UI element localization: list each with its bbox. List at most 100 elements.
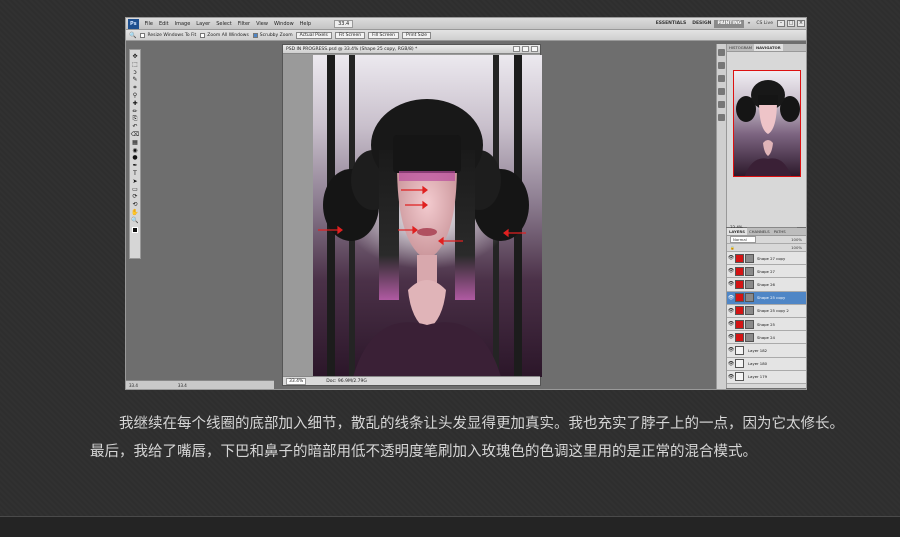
actions-icon[interactable] [718, 62, 725, 69]
restore-icon[interactable]: □ [787, 20, 795, 27]
type-tool-icon[interactable]: T [133, 170, 137, 178]
tab-navigator[interactable]: NAVIGATOR [754, 44, 783, 51]
eyedropper-tool-icon[interactable]: ⚲ [133, 92, 137, 100]
minimize-icon[interactable]: – [777, 20, 785, 27]
layer-row[interactable]: 👁 Shape 25 copy [727, 291, 806, 305]
blend-mode-select[interactable]: Normal [730, 236, 756, 243]
foreground-color-swatch[interactable] [132, 226, 138, 233]
visibility-eye-icon[interactable]: 👁 [727, 347, 735, 353]
visibility-eye-icon[interactable]: 👁 [727, 281, 735, 287]
layer-mask-thumbnail[interactable] [745, 253, 754, 263]
menu-help[interactable]: Help [297, 21, 314, 27]
taskbar-item[interactable]: 33.4 [178, 383, 187, 388]
visibility-eye-icon[interactable]: 👁 [727, 334, 735, 340]
path-select-tool-icon[interactable]: ➤ [132, 178, 137, 186]
zoom-all-windows-checkbox[interactable] [200, 32, 206, 38]
actual-pixels-button[interactable]: Actual Pixels [295, 31, 332, 39]
canvas[interactable] [313, 55, 542, 377]
shape-tool-icon[interactable]: ▭ [132, 186, 138, 194]
fit-screen-button[interactable]: Fit Screen [334, 31, 366, 39]
layer-row[interactable]: 👁 Shape 27 [727, 265, 806, 279]
zoom-tool-icon[interactable]: 🔍 [129, 32, 136, 39]
healing-tool-icon[interactable]: ✚ [132, 100, 137, 108]
workspace-design[interactable]: DESIGN [689, 20, 714, 28]
menu-edit[interactable]: Edit [156, 21, 172, 27]
doc-size-info[interactable]: Doc: 96.9M/2.79G [326, 379, 367, 384]
visibility-eye-icon[interactable]: 👁 [727, 268, 735, 274]
clone-source-icon[interactable] [718, 88, 725, 95]
fill-screen-button[interactable]: Fill Screen [368, 31, 399, 39]
brushes-icon[interactable] [718, 75, 725, 82]
taskbar-item[interactable]: 33.4 [129, 383, 138, 388]
3d-orbit-tool-icon[interactable]: ⟲ [132, 201, 137, 209]
fill-field[interactable]: 100% [791, 245, 802, 250]
visibility-eye-icon[interactable]: 👁 [727, 255, 735, 261]
masks-icon[interactable] [718, 114, 725, 121]
layer-mask-thumbnail[interactable] [745, 266, 754, 276]
menu-image[interactable]: Image [172, 21, 194, 27]
cs-live-button[interactable]: CS Live [753, 20, 776, 28]
layer-row[interactable]: 👁 Layer 182 [727, 344, 806, 358]
zoom-level-dropdown[interactable]: 33.4 [334, 19, 354, 28]
layer-row[interactable]: 👁 Shape 26 [727, 278, 806, 292]
crop-tool-icon[interactable]: ⌗ [133, 84, 136, 92]
navigator-preview[interactable] [733, 70, 801, 177]
menu-layer[interactable]: Layer [193, 21, 213, 27]
history-brush-tool-icon[interactable]: ↶ [132, 123, 137, 131]
tab-histogram[interactable]: HISTOGRAM [727, 44, 754, 51]
doc-close-icon[interactable] [531, 46, 538, 52]
menu-file[interactable]: File [142, 21, 156, 27]
lasso-tool-icon[interactable]: ↄ [133, 69, 136, 77]
layer-mask-thumbnail[interactable] [745, 293, 754, 303]
menu-view[interactable]: View [253, 21, 271, 27]
tab-paths[interactable]: PATHS [772, 228, 788, 235]
menu-filter[interactable]: Filter [235, 21, 253, 27]
print-size-button[interactable]: Print Size [402, 31, 432, 39]
layer-row[interactable]: 👁 Shape 25 copy 2 [727, 304, 806, 318]
layer-mask-thumbnail[interactable] [745, 279, 754, 289]
quick-select-tool-icon[interactable]: ✎ [132, 76, 137, 84]
doc-minimize-icon[interactable] [513, 46, 520, 52]
layer-row[interactable]: 👁 Shape 27 copy [727, 252, 806, 266]
layer-mask-thumbnail[interactable] [745, 319, 754, 329]
resize-windows-checkbox[interactable] [140, 32, 146, 38]
dodge-tool-icon[interactable]: ● [132, 154, 137, 162]
3d-rotate-tool-icon[interactable]: ⟳ [132, 193, 137, 201]
menu-window[interactable]: Window [271, 21, 297, 27]
tab-layers[interactable]: LAYERS [727, 228, 747, 235]
clone-stamp-tool-icon[interactable]: ⎘ [133, 115, 138, 123]
visibility-eye-icon[interactable]: 👁 [727, 374, 735, 380]
zoom-tool-icon[interactable]: 🔍 [131, 217, 138, 225]
blur-tool-icon[interactable]: ◉ [132, 147, 137, 155]
marquee-tool-icon[interactable]: ⬚ [132, 61, 138, 69]
visibility-eye-icon[interactable]: 👁 [727, 361, 735, 367]
lock-icon[interactable]: 🔒 [730, 245, 735, 250]
menu-select[interactable]: Select [213, 21, 234, 27]
doc-zoom-field[interactable]: 33.4% [286, 377, 307, 385]
document-tab[interactable]: PSD IN PROGRESS.psd @ 33.4% (Shape 25 co… [283, 45, 540, 54]
tool-presets-icon[interactable] [718, 101, 725, 108]
workspace-painting[interactable]: PAINTING [714, 19, 745, 28]
visibility-eye-icon[interactable]: 👁 [727, 295, 735, 301]
visibility-eye-icon[interactable]: 👁 [727, 308, 735, 314]
pen-tool-icon[interactable]: ✒ [132, 162, 137, 170]
layer-mask-thumbnail[interactable] [745, 306, 754, 316]
eraser-tool-icon[interactable]: ⌫ [131, 131, 139, 139]
hand-tool-icon[interactable]: ✋ [131, 209, 138, 217]
visibility-eye-icon[interactable]: 👁 [727, 321, 735, 327]
move-tool-icon[interactable]: ✥ [132, 53, 137, 61]
layer-row[interactable]: 👁 Layer 179 [727, 370, 806, 384]
workspace-essentials[interactable]: ESSENTIALS [653, 20, 690, 28]
gradient-tool-icon[interactable]: ▦ [132, 139, 138, 147]
doc-maximize-icon[interactable] [522, 46, 529, 52]
opacity-field[interactable]: 100% [791, 237, 802, 242]
tab-channels[interactable]: CHANNELS [747, 228, 772, 235]
close-icon[interactable]: × [797, 20, 805, 27]
history-icon[interactable] [718, 49, 725, 56]
layer-row[interactable]: 👁 Shape 25 [727, 317, 806, 332]
layer-row[interactable]: 👁 Shape 24 [727, 331, 806, 345]
scrubby-zoom-checkbox[interactable] [252, 32, 258, 38]
workspace-more-chevron-icon[interactable]: » [744, 20, 753, 28]
layer-row[interactable]: 👁 Layer 180 [727, 357, 806, 371]
brush-tool-icon[interactable]: ✏ [132, 108, 137, 116]
